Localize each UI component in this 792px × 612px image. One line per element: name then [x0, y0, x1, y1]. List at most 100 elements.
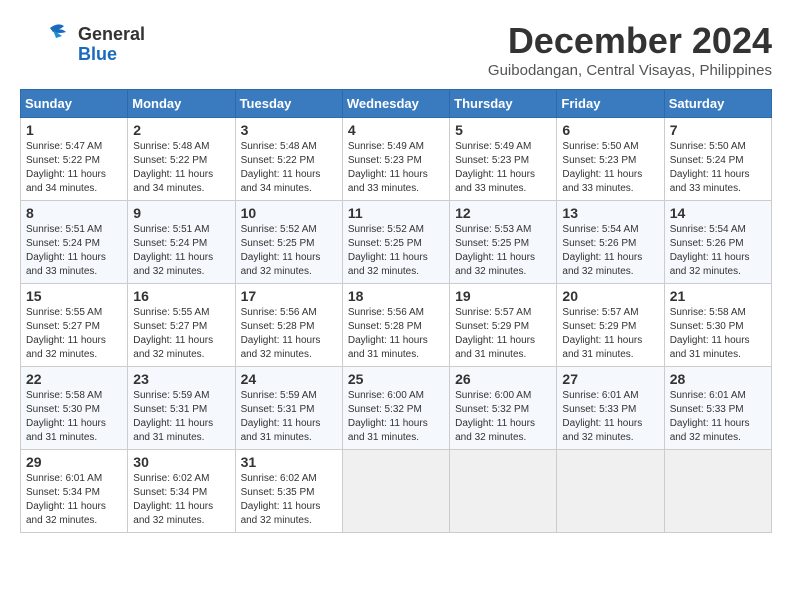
day-number: 6 — [562, 122, 658, 138]
calendar-week-row: 1 Sunrise: 5:47 AMSunset: 5:22 PMDayligh… — [21, 118, 772, 201]
calendar-cell: 28 Sunrise: 6:01 AMSunset: 5:33 PMDaylig… — [664, 367, 771, 450]
day-number: 9 — [133, 205, 229, 221]
day-number: 20 — [562, 288, 658, 304]
calendar-week-row: 29 Sunrise: 6:01 AMSunset: 5:34 PMDaylig… — [21, 450, 772, 533]
day-info: Sunrise: 6:02 AMSunset: 5:35 PMDaylight:… — [241, 473, 321, 526]
calendar-cell: 22 Sunrise: 5:58 AMSunset: 5:30 PMDaylig… — [21, 367, 128, 450]
col-friday: Friday — [557, 90, 664, 118]
day-info: Sunrise: 6:01 AMSunset: 5:34 PMDaylight:… — [26, 473, 106, 526]
calendar-cell: 8 Sunrise: 5:51 AMSunset: 5:24 PMDayligh… — [21, 201, 128, 284]
day-number: 24 — [241, 371, 337, 387]
day-info: Sunrise: 6:01 AMSunset: 5:33 PMDaylight:… — [562, 390, 642, 443]
day-info: Sunrise: 5:54 AMSunset: 5:26 PMDaylight:… — [562, 224, 642, 277]
day-info: Sunrise: 5:52 AMSunset: 5:25 PMDaylight:… — [348, 224, 428, 277]
calendar-cell: 5 Sunrise: 5:49 AMSunset: 5:23 PMDayligh… — [450, 118, 557, 201]
calendar-title: December 2024 — [488, 20, 772, 62]
calendar-cell: 19 Sunrise: 5:57 AMSunset: 5:29 PMDaylig… — [450, 284, 557, 367]
col-monday: Monday — [128, 90, 235, 118]
calendar-cell: 1 Sunrise: 5:47 AMSunset: 5:22 PMDayligh… — [21, 118, 128, 201]
calendar-cell: 26 Sunrise: 6:00 AMSunset: 5:32 PMDaylig… — [450, 367, 557, 450]
col-tuesday: Tuesday — [235, 90, 342, 118]
calendar-cell — [664, 450, 771, 533]
title-area: December 2024 Guibodangan, Central Visay… — [488, 20, 772, 79]
calendar-week-row: 8 Sunrise: 5:51 AMSunset: 5:24 PMDayligh… — [21, 201, 772, 284]
day-info: Sunrise: 5:55 AMSunset: 5:27 PMDaylight:… — [26, 307, 106, 360]
calendar-cell: 21 Sunrise: 5:58 AMSunset: 5:30 PMDaylig… — [664, 284, 771, 367]
day-number: 23 — [133, 371, 229, 387]
day-info: Sunrise: 5:47 AMSunset: 5:22 PMDaylight:… — [26, 141, 106, 194]
calendar-table: Sunday Monday Tuesday Wednesday Thursday… — [20, 89, 772, 533]
logo-blue: Blue — [78, 45, 145, 65]
calendar-cell: 15 Sunrise: 5:55 AMSunset: 5:27 PMDaylig… — [21, 284, 128, 367]
calendar-cell: 3 Sunrise: 5:48 AMSunset: 5:22 PMDayligh… — [235, 118, 342, 201]
calendar-cell: 23 Sunrise: 5:59 AMSunset: 5:31 PMDaylig… — [128, 367, 235, 450]
calendar-cell: 20 Sunrise: 5:57 AMSunset: 5:29 PMDaylig… — [557, 284, 664, 367]
calendar-cell — [342, 450, 449, 533]
calendar-cell: 18 Sunrise: 5:56 AMSunset: 5:28 PMDaylig… — [342, 284, 449, 367]
calendar-cell: 12 Sunrise: 5:53 AMSunset: 5:25 PMDaylig… — [450, 201, 557, 284]
day-info: Sunrise: 5:56 AMSunset: 5:28 PMDaylight:… — [241, 307, 321, 360]
calendar-cell: 30 Sunrise: 6:02 AMSunset: 5:34 PMDaylig… — [128, 450, 235, 533]
day-number: 30 — [133, 454, 229, 470]
day-info: Sunrise: 5:55 AMSunset: 5:27 PMDaylight:… — [133, 307, 213, 360]
calendar-subtitle: Guibodangan, Central Visayas, Philippine… — [488, 62, 772, 79]
day-info: Sunrise: 5:58 AMSunset: 5:30 PMDaylight:… — [670, 307, 750, 360]
calendar-week-row: 22 Sunrise: 5:58 AMSunset: 5:30 PMDaylig… — [21, 367, 772, 450]
day-info: Sunrise: 5:56 AMSunset: 5:28 PMDaylight:… — [348, 307, 428, 360]
day-number: 7 — [670, 122, 766, 138]
header: General Blue December 2024 Guibodangan, … — [20, 20, 772, 79]
day-number: 11 — [348, 205, 444, 221]
day-info: Sunrise: 5:59 AMSunset: 5:31 PMDaylight:… — [241, 390, 321, 443]
calendar-cell: 25 Sunrise: 6:00 AMSunset: 5:32 PMDaylig… — [342, 367, 449, 450]
day-number: 29 — [26, 454, 122, 470]
day-info: Sunrise: 6:01 AMSunset: 5:33 PMDaylight:… — [670, 390, 750, 443]
day-number: 2 — [133, 122, 229, 138]
day-info: Sunrise: 5:58 AMSunset: 5:30 PMDaylight:… — [26, 390, 106, 443]
day-info: Sunrise: 5:48 AMSunset: 5:22 PMDaylight:… — [241, 141, 321, 194]
col-thursday: Thursday — [450, 90, 557, 118]
day-number: 27 — [562, 371, 658, 387]
calendar-cell: 10 Sunrise: 5:52 AMSunset: 5:25 PMDaylig… — [235, 201, 342, 284]
calendar-cell — [557, 450, 664, 533]
day-info: Sunrise: 5:48 AMSunset: 5:22 PMDaylight:… — [133, 141, 213, 194]
col-saturday: Saturday — [664, 90, 771, 118]
day-number: 21 — [670, 288, 766, 304]
day-info: Sunrise: 5:54 AMSunset: 5:26 PMDaylight:… — [670, 224, 750, 277]
day-number: 18 — [348, 288, 444, 304]
day-number: 3 — [241, 122, 337, 138]
day-info: Sunrise: 5:50 AMSunset: 5:24 PMDaylight:… — [670, 141, 750, 194]
day-number: 26 — [455, 371, 551, 387]
day-number: 16 — [133, 288, 229, 304]
calendar-cell: 17 Sunrise: 5:56 AMSunset: 5:28 PMDaylig… — [235, 284, 342, 367]
day-info: Sunrise: 6:00 AMSunset: 5:32 PMDaylight:… — [455, 390, 535, 443]
calendar-cell: 24 Sunrise: 5:59 AMSunset: 5:31 PMDaylig… — [235, 367, 342, 450]
day-number: 4 — [348, 122, 444, 138]
day-info: Sunrise: 5:51 AMSunset: 5:24 PMDaylight:… — [133, 224, 213, 277]
day-info: Sunrise: 6:00 AMSunset: 5:32 PMDaylight:… — [348, 390, 428, 443]
day-info: Sunrise: 5:59 AMSunset: 5:31 PMDaylight:… — [133, 390, 213, 443]
calendar-cell: 29 Sunrise: 6:01 AMSunset: 5:34 PMDaylig… — [21, 450, 128, 533]
day-number: 8 — [26, 205, 122, 221]
calendar-cell: 4 Sunrise: 5:49 AMSunset: 5:23 PMDayligh… — [342, 118, 449, 201]
day-info: Sunrise: 5:49 AMSunset: 5:23 PMDaylight:… — [348, 141, 428, 194]
calendar-cell: 16 Sunrise: 5:55 AMSunset: 5:27 PMDaylig… — [128, 284, 235, 367]
day-info: Sunrise: 5:53 AMSunset: 5:25 PMDaylight:… — [455, 224, 535, 277]
day-number: 28 — [670, 371, 766, 387]
day-info: Sunrise: 5:52 AMSunset: 5:25 PMDaylight:… — [241, 224, 321, 277]
day-number: 31 — [241, 454, 337, 470]
calendar-cell: 31 Sunrise: 6:02 AMSunset: 5:35 PMDaylig… — [235, 450, 342, 533]
day-info: Sunrise: 5:57 AMSunset: 5:29 PMDaylight:… — [455, 307, 535, 360]
day-info: Sunrise: 5:50 AMSunset: 5:23 PMDaylight:… — [562, 141, 642, 194]
day-number: 17 — [241, 288, 337, 304]
day-info: Sunrise: 5:51 AMSunset: 5:24 PMDaylight:… — [26, 224, 106, 277]
calendar-cell: 11 Sunrise: 5:52 AMSunset: 5:25 PMDaylig… — [342, 201, 449, 284]
day-number: 13 — [562, 205, 658, 221]
calendar-cell: 14 Sunrise: 5:54 AMSunset: 5:26 PMDaylig… — [664, 201, 771, 284]
calendar-cell: 27 Sunrise: 6:01 AMSunset: 5:33 PMDaylig… — [557, 367, 664, 450]
day-number: 1 — [26, 122, 122, 138]
calendar-week-row: 15 Sunrise: 5:55 AMSunset: 5:27 PMDaylig… — [21, 284, 772, 367]
calendar-header-row: Sunday Monday Tuesday Wednesday Thursday… — [21, 90, 772, 118]
logo: General Blue — [20, 20, 145, 70]
col-sunday: Sunday — [21, 90, 128, 118]
day-number: 5 — [455, 122, 551, 138]
